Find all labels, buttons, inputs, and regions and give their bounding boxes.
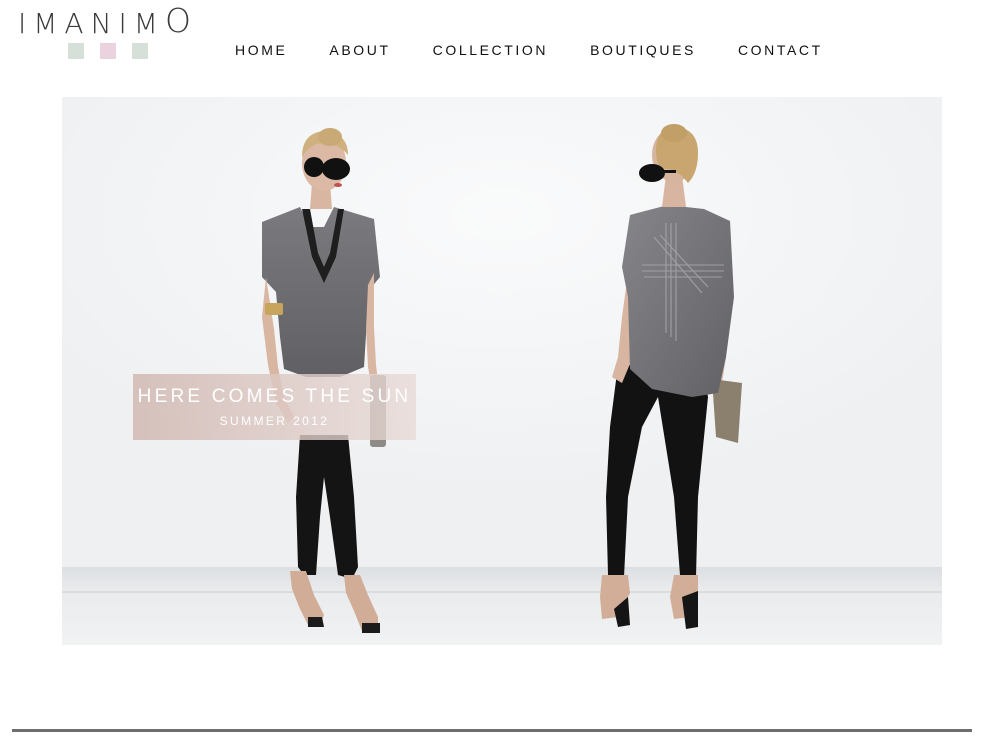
hero-caption-subtitle: SUMMER 2012 — [219, 414, 330, 428]
nav-contact[interactable]: CONTACT — [738, 41, 823, 59]
hero-caption[interactable]: HERE COMES THE SUN SUMMER 2012 — [133, 374, 416, 440]
logo-squares — [68, 43, 148, 59]
nav-home[interactable]: HOME — [235, 41, 287, 59]
nav-about[interactable]: ABOUT — [329, 41, 390, 59]
footer-divider — [12, 729, 972, 732]
hero-photo — [62, 97, 942, 645]
site-logo[interactable]: IMANIMO — [18, 1, 208, 62]
logo-wordmark-main: IMANIM — [18, 7, 165, 40]
hero-banner[interactable]: HERE COMES THE SUN SUMMER 2012 — [62, 97, 942, 645]
main-nav: HOME ABOUT COLLECTION BOUTIQUES CONTACT — [235, 41, 823, 59]
page: IMANIMO HOME ABOUT COLLECTION BOUTIQUES … — [0, 0, 988, 744]
logo-square-2 — [100, 43, 116, 59]
hero-caption-title: HERE COMES THE SUN — [137, 386, 412, 407]
logo-wordmark: IMANIMO — [18, 1, 191, 44]
nav-collection[interactable]: COLLECTION — [433, 41, 548, 59]
nav-boutiques[interactable]: BOUTIQUES — [590, 41, 696, 59]
logo-wordmark-o: O — [164, 1, 191, 40]
logo-square-1 — [68, 43, 84, 59]
logo-square-3 — [132, 43, 148, 59]
